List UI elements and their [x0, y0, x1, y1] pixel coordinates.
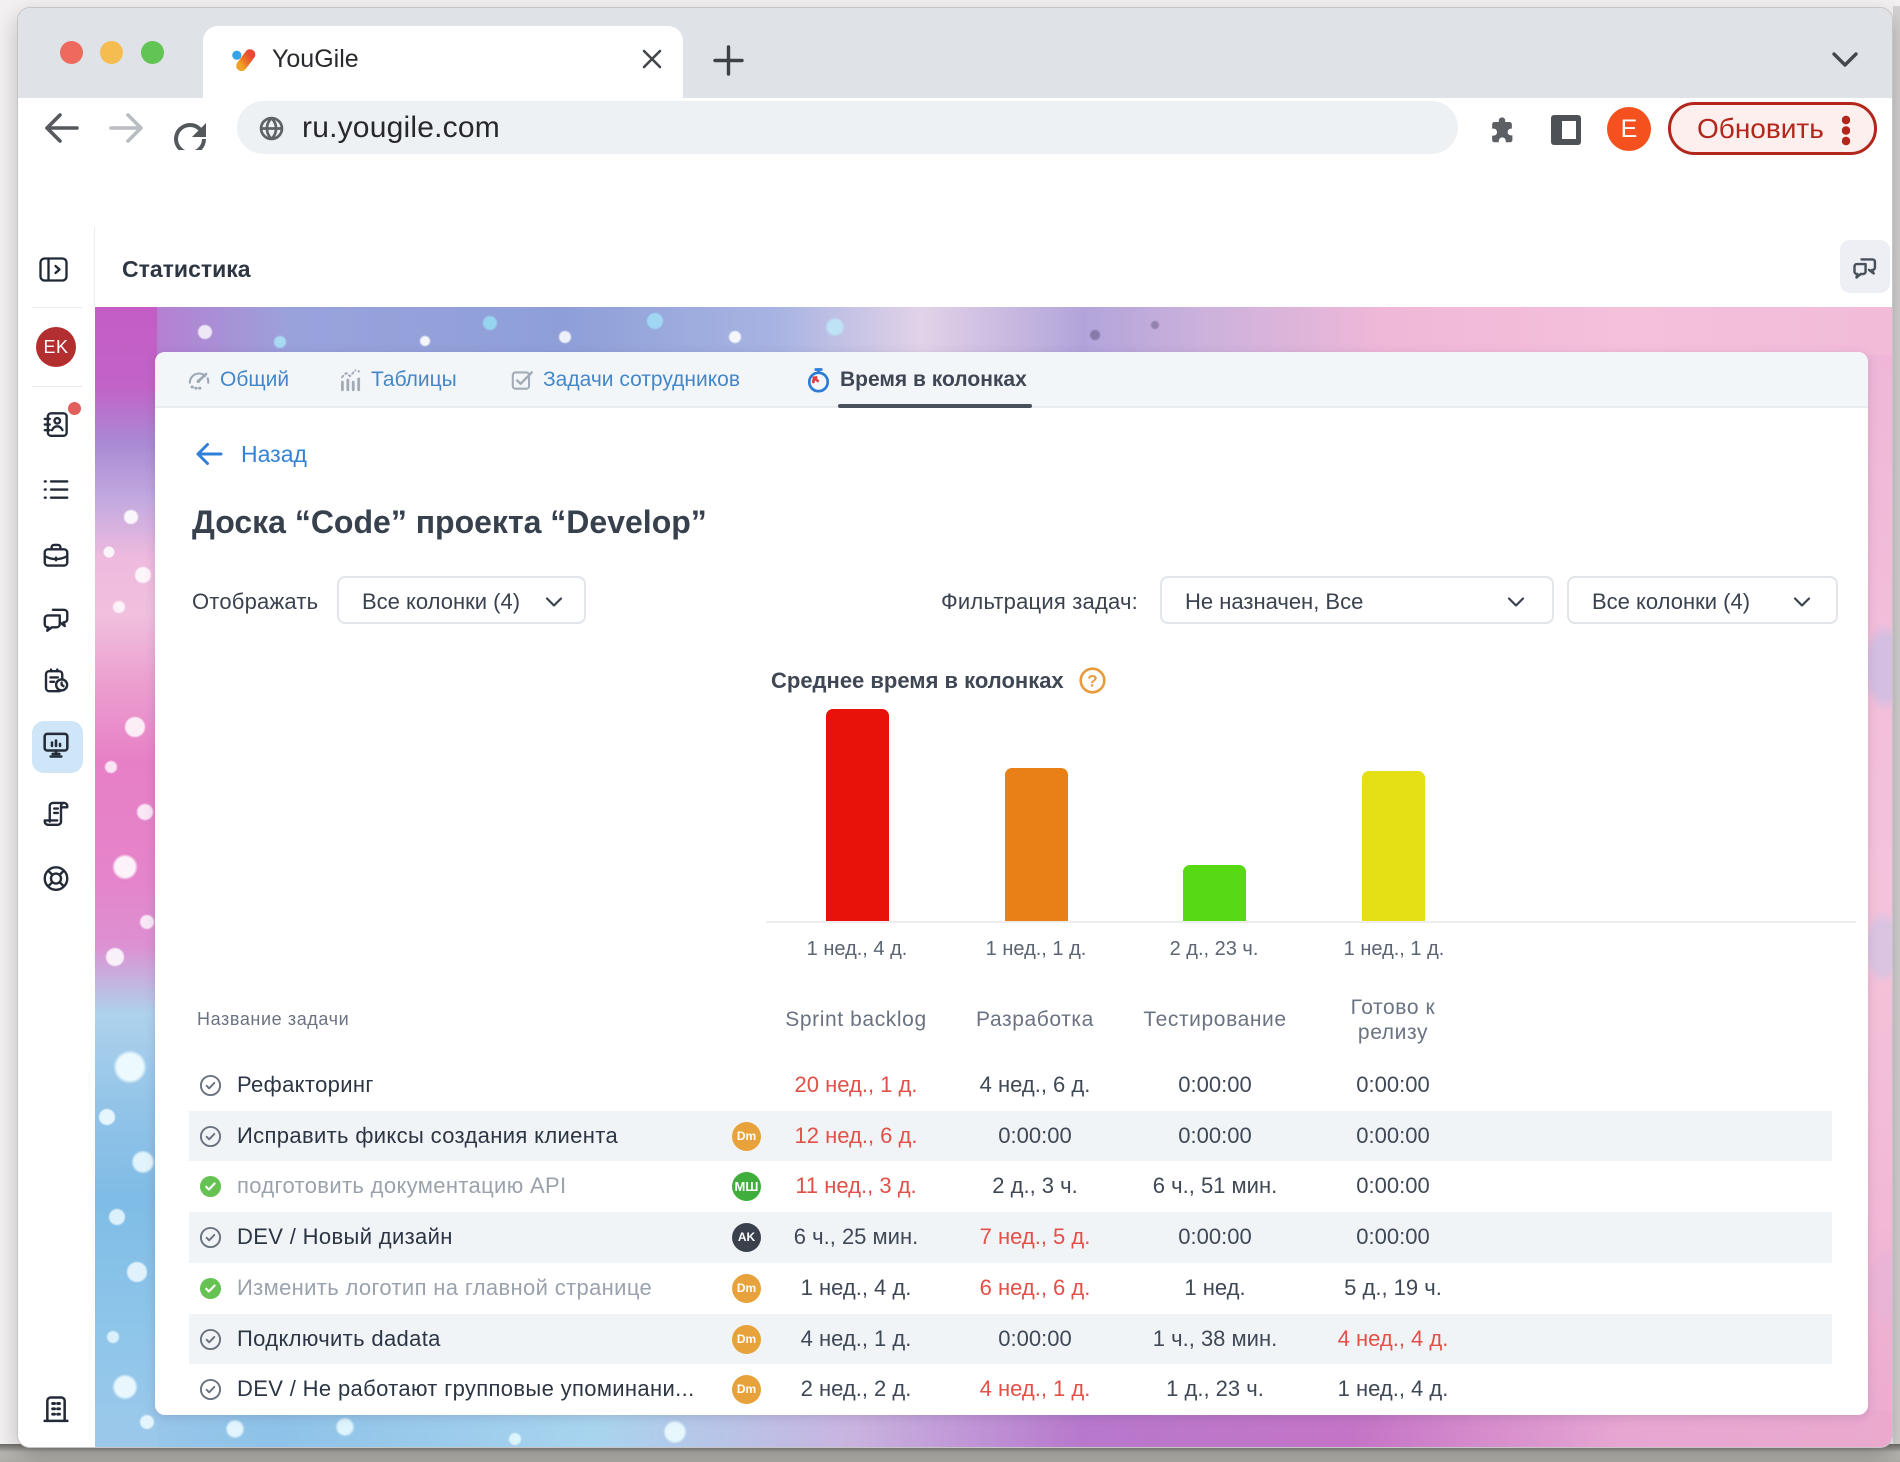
svg-text:?: ?: [1087, 672, 1097, 691]
